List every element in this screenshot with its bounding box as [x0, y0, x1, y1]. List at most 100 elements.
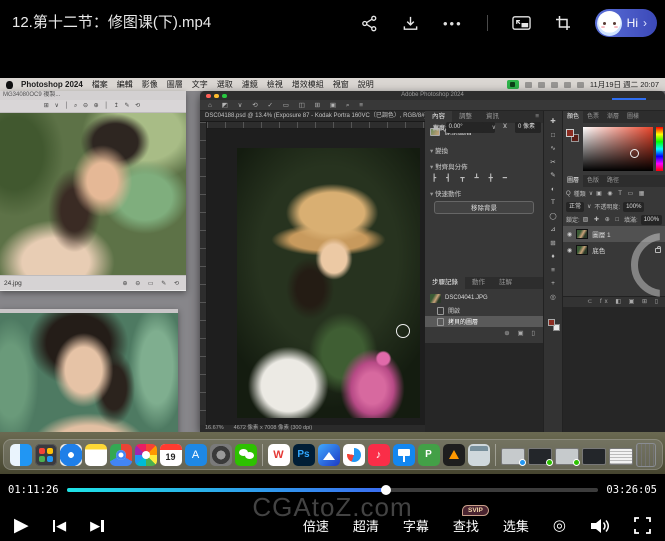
dock-minimized-window[interactable]	[555, 448, 579, 465]
color-picker-field[interactable]	[583, 127, 653, 171]
status-icon[interactable]	[538, 82, 545, 88]
dock-music-icon[interactable]: ♪	[368, 444, 390, 466]
dock-finder-icon[interactable]	[10, 444, 32, 466]
align-section-title[interactable]: 對齊與分佈	[430, 161, 538, 171]
dock-minimized-window[interactable]	[609, 448, 633, 465]
screen-record-icon[interactable]	[507, 80, 519, 89]
tab-layers[interactable]: 圖層	[563, 175, 583, 187]
history-item-open[interactable]: 開啟	[425, 305, 543, 316]
caret-down-icon[interactable]: ∨	[587, 203, 591, 210]
ps-document-tab[interactable]: DSC04188.psd @ 13.4% (Exposure 87 - Koda…	[200, 111, 425, 122]
menu-window[interactable]: 視窗	[333, 79, 349, 90]
fullscreen-icon[interactable]	[634, 517, 651, 534]
ps-canvas[interactable]	[207, 129, 425, 425]
dock-safari-icon[interactable]	[60, 444, 82, 466]
wifi-icon[interactable]	[564, 82, 571, 88]
filter-type-icons[interactable]: ▣ ◉ T ▭ ▦	[596, 190, 646, 197]
transform-section-title[interactable]: 變換	[430, 145, 538, 155]
dock-green-app-icon[interactable]: P	[418, 444, 440, 466]
foreground-background-swatches[interactable]	[548, 319, 560, 331]
status-icon[interactable]	[551, 82, 558, 88]
dock-calendar-icon[interactable]: 19	[160, 444, 182, 466]
foreground-swatch[interactable]	[566, 129, 574, 137]
menu-layer[interactable]: 圖層	[167, 79, 183, 90]
dock-launchpad-icon[interactable]	[35, 444, 57, 466]
dock-window-app-icon[interactable]	[468, 444, 490, 466]
preview-toolbar-icons[interactable]: ⊞ ∨ │ ⌕ ⊖ ⊕ │ ↥ ✎ ⟲	[0, 100, 186, 113]
tool-icons-column[interactable]: ✚ □ ∿ ✂ ✎ ◐ T ◯ ⊿ ⊞ ♦ ≡ + ◎	[544, 111, 562, 304]
dock-photos-icon[interactable]	[135, 444, 157, 466]
dock-appstore-icon[interactable]: A	[185, 444, 207, 466]
play-button[interactable]: ▶	[14, 516, 29, 535]
menu-type[interactable]: 文字	[192, 79, 208, 90]
dock-baidu-netdisk-icon[interactable]	[343, 444, 365, 466]
tab-channels[interactable]: 色版	[583, 175, 603, 187]
dock-photoshop-icon[interactable]: Ps	[293, 444, 315, 466]
menu-image[interactable]: 影像	[142, 79, 158, 90]
episodes-button[interactable]: 选集	[503, 516, 529, 535]
history-snapshot[interactable]: DSC04041.JPG	[425, 291, 543, 305]
dock-minimized-window[interactable]	[582, 448, 606, 465]
share-icon[interactable]	[361, 15, 378, 32]
lock-icons[interactable]: ▨ ✚ ⊕ □	[583, 216, 621, 223]
remove-background-button[interactable]: 移除背景	[434, 201, 533, 214]
layers-footer-icons[interactable]: ⊂ fx ◧ ▣ ⊞ ▯	[563, 296, 665, 307]
filter-kind-label[interactable]: 種類	[574, 189, 586, 198]
fill-value[interactable]: 100%	[641, 215, 662, 225]
visibility-eye-icon[interactable]: ◉	[567, 247, 572, 254]
color-swatch-pair[interactable]	[566, 129, 579, 142]
crop-frame-icon[interactable]	[555, 15, 571, 31]
video-frame[interactable]: Photoshop 2024 檔案 編輯 影像 圖層 文字 選取 濾鏡 檢視 增…	[0, 46, 665, 474]
menu-help[interactable]: 說明	[358, 79, 374, 90]
menu-view[interactable]: 檢視	[267, 79, 283, 90]
status-icon[interactable]	[525, 82, 532, 88]
align-icons-row[interactable]: ┣ ┫ ┳ ┻ ╋ ━	[432, 174, 538, 182]
tab-history[interactable]: 步驟記錄	[425, 277, 465, 289]
history-item-layer-via-copy[interactable]: 拷貝的圖層	[425, 316, 543, 327]
dock-wechat-icon[interactable]	[235, 444, 257, 466]
ps-titlebar[interactable]: Adobe Photoshop 2024	[200, 91, 665, 100]
playback-speed-button[interactable]: 倍速	[303, 516, 329, 535]
menu-filter[interactable]: 濾鏡	[242, 79, 258, 90]
dock-chrome-icon[interactable]	[110, 444, 132, 466]
tab-notes[interactable]: 註解	[492, 277, 519, 289]
opacity-value[interactable]: 100%	[623, 202, 644, 212]
picture-in-picture-icon[interactable]	[512, 15, 531, 31]
menu-file[interactable]: 檔案	[92, 79, 108, 90]
visibility-eye-icon[interactable]: ◉	[567, 231, 572, 238]
dock-dark-app-icon[interactable]	[443, 444, 465, 466]
next-episode-button[interactable]: ▶	[90, 518, 104, 534]
tab-actions[interactable]: 動作	[465, 277, 492, 289]
dock-notes-icon[interactable]	[85, 444, 107, 466]
zoom-level[interactable]: 16.67%	[205, 425, 224, 432]
foreground-color-swatch[interactable]	[548, 319, 555, 326]
volume-icon[interactable]	[590, 518, 610, 534]
preview-bottom-icons[interactable]: ⊕ ⊖ ▭ ✎ ⟲	[123, 280, 182, 287]
search-in-video-button[interactable]: 查找	[453, 516, 479, 535]
menubar-clock[interactable]: 11月19日 週二 20:07	[590, 79, 659, 90]
quick-actions-title[interactable]: 快速動作	[430, 188, 538, 198]
dock-keynote-icon[interactable]	[393, 444, 415, 466]
account-button[interactable]: Hi ›	[595, 9, 657, 37]
menu-edit[interactable]: 編輯	[117, 79, 133, 90]
more-icon[interactable]: •••	[443, 16, 463, 31]
search-icon[interactable]: Q	[566, 191, 571, 197]
previous-episode-button[interactable]: ◀	[53, 518, 67, 534]
dock-minimized-window[interactable]	[528, 448, 552, 465]
search-icon[interactable]	[577, 82, 584, 88]
tab-swatches[interactable]: 色票	[583, 111, 603, 123]
tab-gradients[interactable]: 漸層	[603, 111, 623, 123]
loop-record-icon[interactable]: ◎	[553, 518, 566, 533]
ps-options-bar[interactable]: ⌂ ◩ ∨ ⟲ ✓ ▭ ◫ ⊞ ▣ ⌕ ≡	[200, 100, 665, 111]
tab-patterns[interactable]: 圖樣	[623, 111, 643, 123]
quality-button[interactable]: 超清	[353, 516, 379, 535]
dock-trash-icon[interactable]	[636, 443, 656, 467]
dock-minimized-window[interactable]	[501, 448, 525, 465]
menu-select[interactable]: 選取	[217, 79, 233, 90]
hue-strip[interactable]	[656, 127, 663, 171]
subtitle-button[interactable]: 字幕	[403, 516, 429, 535]
download-icon[interactable]	[402, 15, 419, 32]
dock-blue-app-icon[interactable]	[318, 444, 340, 466]
blend-mode-select[interactable]: 正常	[566, 202, 584, 212]
tab-paths[interactable]: 路徑	[603, 175, 623, 187]
